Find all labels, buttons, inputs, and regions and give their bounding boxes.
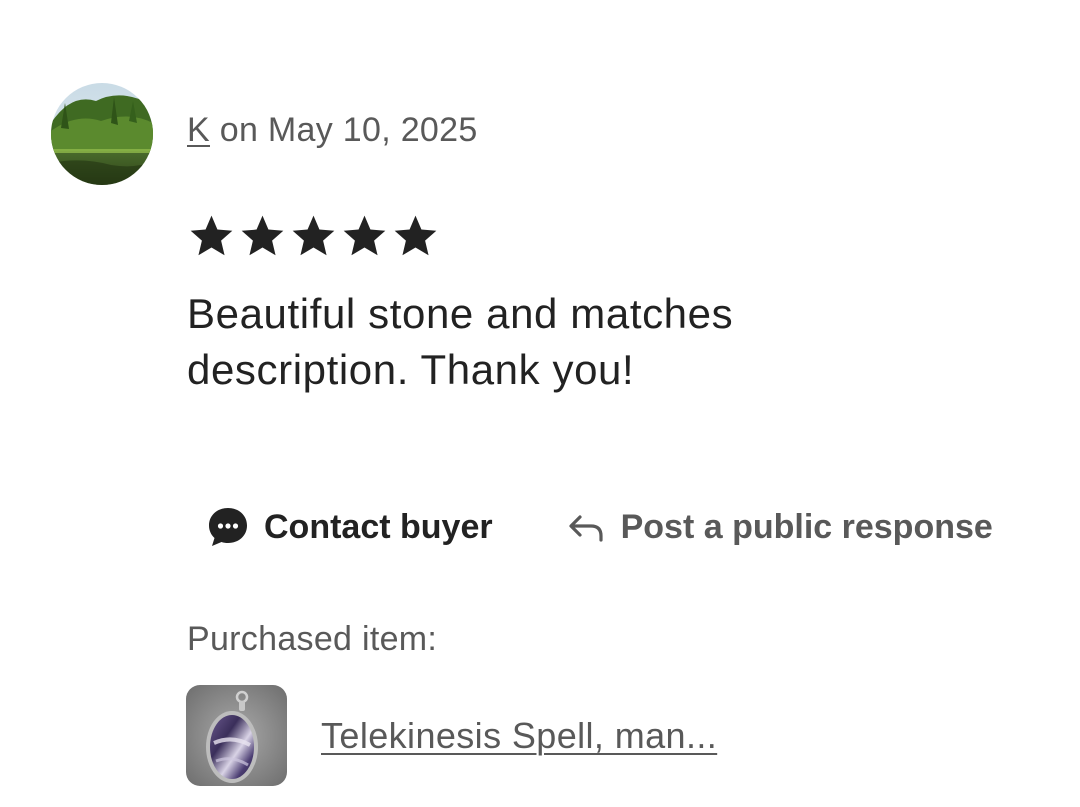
reviewer-name-link[interactable]: K (187, 111, 210, 149)
purchased-item-label: Purchased item: (187, 620, 438, 658)
star-icon (394, 215, 437, 256)
purchased-item: Telekinesis Spell, man... (186, 685, 717, 786)
reviewer-avatar[interactable] (51, 83, 153, 185)
review-actions: Contact buyer Post a public response (206, 505, 993, 549)
post-public-response-button[interactable]: Post a public response (567, 508, 993, 547)
review-card: K on May 10, 2025 Beautiful stone and ma… (0, 0, 1080, 807)
item-title-link[interactable]: Telekinesis Spell, man... (321, 715, 717, 757)
review-text: Beautiful stone and matches description.… (187, 290, 734, 393)
item-thumbnail[interactable] (186, 685, 287, 786)
star-rating (187, 212, 440, 261)
reply-arrow-icon (567, 512, 605, 542)
star-icon (190, 215, 233, 256)
contact-buyer-label: Contact buyer (264, 507, 493, 546)
contact-buyer-button[interactable]: Contact buyer (206, 505, 493, 549)
star-icon (343, 215, 386, 256)
star-icon (241, 215, 284, 256)
post-public-response-label: Post a public response (620, 507, 993, 546)
review-meta: K on May 10, 2025 (187, 111, 478, 150)
chat-bubble-icon (206, 505, 250, 549)
review-date: on May 10, 2025 (219, 111, 478, 149)
star-icon (292, 215, 335, 256)
avatar-image (51, 83, 153, 185)
